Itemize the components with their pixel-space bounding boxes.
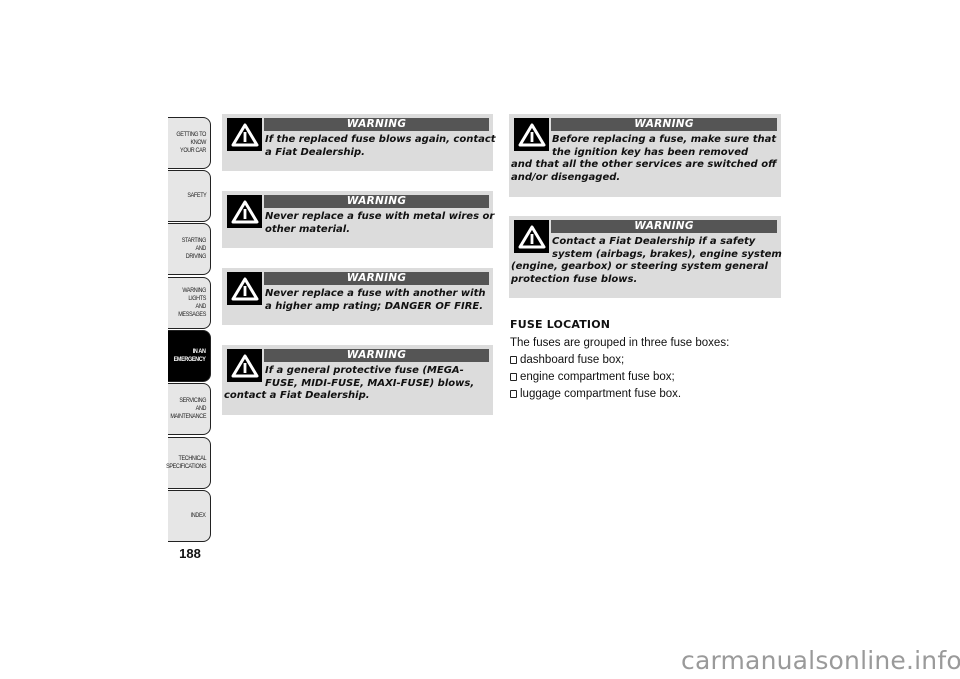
tab-label: SERVICING AND MAINTENANCE [170, 397, 206, 420]
list-item: dashboard fuse box; [510, 354, 624, 366]
intro-text: The fuses are grouped in three fuse boxe… [510, 337, 730, 349]
warning-heading: WARNING [264, 349, 489, 362]
warning-text: Never replace a fuse with metal wires or… [265, 211, 495, 235]
warning-box: WARNING Never replace a fuse with anothe… [222, 268, 493, 325]
list-item: luggage compartment fuse box. [510, 388, 681, 400]
warning-text: Contact a Fiat Dealership if a safety sy… [511, 236, 782, 285]
tab-label: TECHNICAL SPECIFICATIONS [165, 455, 206, 470]
warning-box: WARNING If the replaced fuse blows again… [222, 114, 496, 171]
warning-text: If a general protective fuse (MEGA- FUSE… [224, 365, 475, 401]
warning-box: WARNING Never replace a fuse with metal … [222, 191, 495, 248]
warning-text: Before replacing a fuse, make sure that … [511, 134, 777, 183]
warning-box: WARNING If a general protective fuse (ME… [222, 345, 493, 415]
checkbox-bullet-icon [510, 356, 517, 364]
warning-triangle-icon [227, 272, 262, 305]
tab-in-an-emergency[interactable]: IN AN EMERGENCY [168, 330, 211, 382]
warning-heading: WARNING [264, 272, 489, 285]
watermark: carmanualsonline.info [681, 646, 960, 675]
warning-triangle-icon [227, 118, 262, 151]
tab-warning-lights-and-messages[interactable]: WARNING LIGHTS AND MESSAGES [168, 277, 211, 329]
warning-heading: WARNING [264, 118, 489, 131]
tab-label: IN AN EMERGENCY [174, 348, 206, 363]
tab-label: INDEX [191, 512, 206, 519]
tab-starting-and-driving[interactable]: STARTING AND DRIVING [168, 223, 211, 275]
tab-label: WARNING LIGHTS AND MESSAGES [178, 287, 206, 318]
warning-triangle-icon [514, 118, 549, 151]
tab-getting-to-know-your-car[interactable]: GETTING TO KNOW YOUR CAR [168, 117, 211, 169]
tab-label: GETTING TO KNOW YOUR CAR [176, 131, 206, 154]
tab-label: SAFETY [186, 192, 206, 199]
checkbox-bullet-icon [510, 390, 517, 398]
tab-label: STARTING AND DRIVING [181, 237, 207, 260]
warning-triangle-icon [227, 195, 262, 228]
page-number: 188 [179, 546, 201, 561]
warning-box: WARNING Before replacing a fuse, make su… [509, 114, 781, 197]
list-item: engine compartment fuse box; [510, 371, 675, 383]
warning-text: If the replaced fuse blows again, contac… [265, 134, 496, 158]
warning-box: WARNING Contact a Fiat Dealership if a s… [509, 216, 782, 298]
tab-safety[interactable]: SAFETY [168, 170, 211, 222]
tab-technical-specifications[interactable]: TECHNICAL SPECIFICATIONS [165, 437, 211, 489]
warning-triangle-icon [227, 349, 262, 382]
tab-servicing-and-maintenance[interactable]: SERVICING AND MAINTENANCE [168, 383, 211, 435]
warning-text: Never replace a fuse with another with a… [265, 288, 486, 312]
warning-heading: WARNING [264, 195, 489, 208]
checkbox-bullet-icon [510, 373, 517, 381]
warning-heading: WARNING [551, 118, 777, 131]
section-title: FUSE LOCATION [510, 318, 611, 331]
warning-heading: WARNING [551, 220, 777, 233]
tab-index[interactable]: INDEX [168, 490, 211, 542]
warning-triangle-icon [514, 220, 549, 253]
